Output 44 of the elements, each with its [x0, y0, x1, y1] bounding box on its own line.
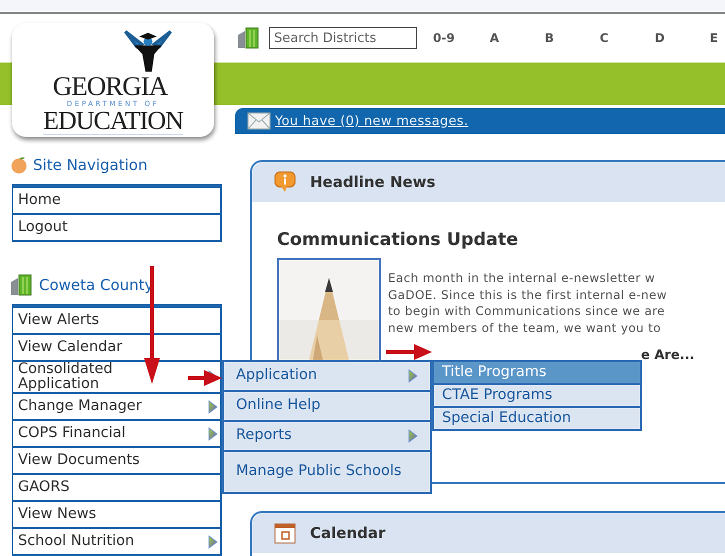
nav-item[interactable]: GAORS	[13, 475, 220, 502]
submenu-arrow-icon	[208, 400, 218, 414]
section-title: Site Navigation	[33, 156, 148, 174]
nav-item[interactable]: School Nutrition	[13, 529, 220, 556]
section-title: Coweta County	[39, 276, 154, 294]
submenu-arrow-icon	[408, 429, 418, 443]
envelope-icon	[247, 112, 271, 130]
index-link[interactable]: E	[710, 31, 725, 45]
index-link[interactable]: B	[544, 31, 565, 45]
index-link[interactable]: C	[600, 31, 620, 45]
panel-title: Calendar	[310, 524, 386, 542]
arrow	[386, 344, 432, 360]
index-link[interactable]: D	[654, 31, 675, 45]
nav-item[interactable]: View News	[13, 502, 220, 530]
info-bubble-icon	[274, 171, 296, 193]
logo-title: GEORGIA	[52, 73, 168, 100]
panel-title: Headline News	[310, 173, 436, 191]
menu-item[interactable]: Reports	[224, 422, 430, 452]
article-title: Communications Update	[277, 230, 520, 250]
building-icon	[10, 274, 34, 296]
index-link[interactable]: A	[490, 31, 510, 45]
arrow	[188, 370, 222, 386]
menu-item[interactable]: Special Education	[434, 408, 640, 429]
article-text: Each month in the internal e-newsletter w GaDOE. Since this is the first internal e-new to begin with Communications since we are new members of the team, we want you to	[388, 270, 667, 336]
logo-name: EDUCATION	[43, 108, 183, 136]
menu-item[interactable]: Application	[224, 362, 430, 392]
nav-item[interactable]: Logout	[13, 215, 220, 242]
peach-icon	[10, 156, 28, 174]
calendar-icon	[274, 522, 296, 544]
submenu-arrow-icon	[208, 534, 218, 549]
nav-item[interactable]: COPS Financial	[13, 421, 220, 448]
submenu-arrow-icon	[208, 426, 218, 441]
index-link[interactable]: 0-9	[433, 31, 455, 45]
menu-item[interactable]: Online Help	[224, 392, 430, 422]
nav-item[interactable]: Home	[13, 188, 220, 215]
menu-item[interactable]: Manage Public Schools	[224, 452, 430, 492]
article-subheading: e Are...	[641, 348, 694, 363]
nav-item[interactable]: Change Manager	[13, 394, 220, 422]
messages-link[interactable]: You have (0) new messages.	[275, 114, 468, 128]
menu-item[interactable]: CTAE Programs	[434, 385, 640, 408]
submenu-arrow-icon	[408, 369, 418, 383]
building-icon	[237, 27, 261, 49]
search-field[interactable]: Search Districts	[269, 27, 417, 49]
nav-item[interactable]: View Documents	[13, 448, 220, 476]
